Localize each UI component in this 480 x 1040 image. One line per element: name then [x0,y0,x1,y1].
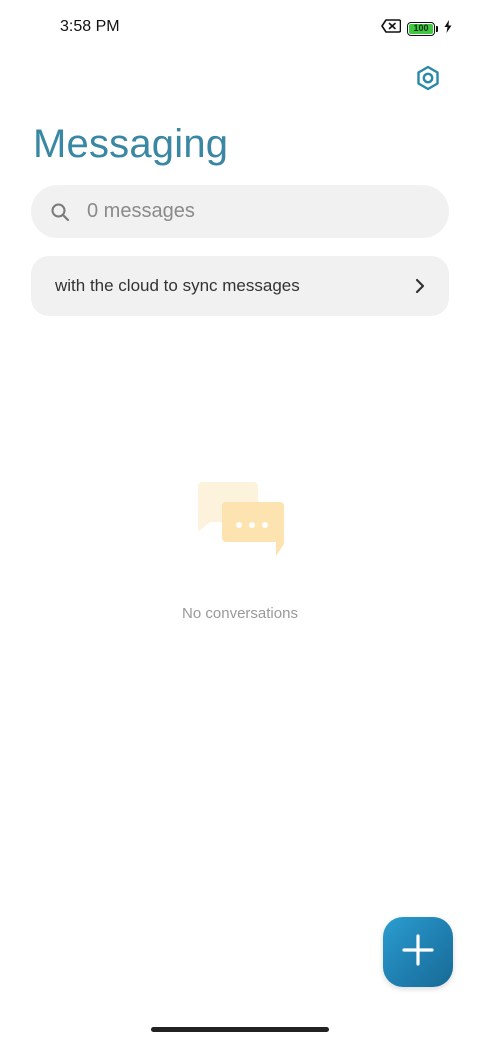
cloud-sync-text: with the cloud to sync messages [55,276,300,295]
battery-icon: 100 [407,21,435,36]
status-icons: 100 [381,19,452,38]
search-input[interactable] [85,199,409,224]
sim-blocked-icon [381,19,402,38]
chevron-right-icon [413,278,427,294]
cloud-sync-banner[interactable]: with the cloud to sync messages [31,256,449,316]
page-title: Messaging [33,122,229,166]
charging-bolt-icon [444,19,452,38]
status-bar: 3:58 PM 100 [0,0,480,56]
plus-icon [401,933,435,972]
settings-hexagon-icon [415,65,441,96]
status-time: 3:58 PM [60,18,120,35]
empty-state-text: No conversations [182,605,298,622]
settings-button[interactable] [414,65,442,96]
search-icon [49,201,71,223]
battery-level: 100 [413,23,429,33]
home-indicator[interactable] [151,1027,329,1032]
chat-bubbles-icon [196,480,286,560]
search-bar[interactable] [31,185,449,238]
messaging-screen: 3:58 PM 100 Messaging 0 messages with th… [0,0,480,1040]
new-message-button[interactable] [383,917,453,987]
